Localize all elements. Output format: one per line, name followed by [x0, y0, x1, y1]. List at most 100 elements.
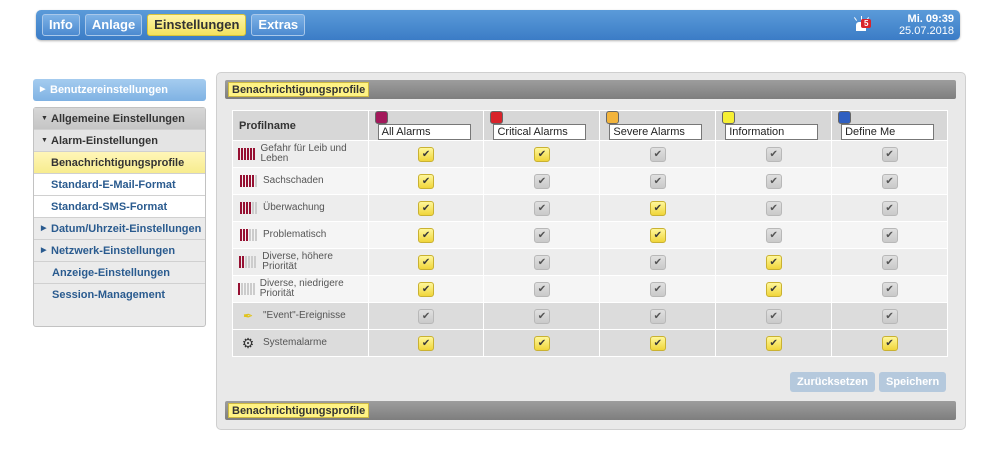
sidebar-item-alarm-einstellungen[interactable]: ▼ Alarm-Einstellungen — [34, 130, 205, 152]
reset-button[interactable]: Zurücksetzen — [790, 372, 875, 392]
checkbox[interactable]: ✔ — [881, 227, 898, 243]
profile-cell: ✔ — [831, 275, 948, 303]
panel-title: Benachrichtigungsprofile — [228, 82, 370, 97]
checkbox[interactable]: ✔ — [649, 227, 666, 243]
profile-cell: ✔ — [367, 275, 485, 303]
table-row: ⚙ Systemalarme ✔ ✔ ✔ ✔ ✔ — [232, 329, 948, 357]
profile-cell: ✔ — [483, 221, 601, 249]
checkbox[interactable]: ✔ — [881, 281, 898, 297]
alarm-bell-icon[interactable]: 5 — [852, 16, 872, 34]
checkbox[interactable]: ✔ — [765, 335, 782, 351]
checkbox[interactable]: ✔ — [418, 146, 435, 162]
table-row: Diverse, niedrigere Priorität ✔ ✔ ✔ ✔ ✔ — [232, 275, 948, 303]
tab-info[interactable]: Info — [42, 14, 80, 36]
profile-name-input[interactable]: All Alarms — [377, 124, 471, 140]
clock-date: 25.07.2018 — [898, 25, 954, 37]
sidebar-item-standard-sms-format[interactable]: Standard-SMS-Format — [34, 196, 205, 218]
profile-cell: ✔ — [715, 194, 833, 222]
profile-cell: ✔ — [831, 194, 948, 222]
checkbox[interactable]: ✔ — [649, 173, 666, 189]
profile-cell: ✔ — [599, 221, 717, 249]
checkbox[interactable]: ✔ — [418, 227, 435, 243]
checkbox[interactable]: ✔ — [533, 254, 550, 270]
panel-footer-title: Benachrichtigungsprofile — [228, 403, 370, 418]
checkbox[interactable]: ✔ — [533, 173, 550, 189]
checkbox[interactable]: ✔ — [649, 335, 666, 351]
checkbox[interactable]: ✔ — [765, 173, 782, 189]
chevron-down-icon: ▼ — [41, 137, 48, 144]
checkbox[interactable]: ✔ — [649, 308, 666, 324]
profile-name-input[interactable]: Information — [725, 124, 819, 140]
sidebar-item-datum-uhrzeit[interactable]: ▶ Datum/Uhrzeit-Einstellungen — [34, 218, 205, 240]
profile-header: Critical Alarms — [483, 110, 601, 141]
chevron-down-icon: ▼ — [41, 115, 48, 122]
checkbox[interactable]: ✔ — [881, 254, 898, 270]
main-nav: Info Anlage Einstellungen Extras — [42, 14, 306, 36]
checkbox[interactable]: ✔ — [765, 308, 782, 324]
sidebar-item-netzwerk[interactable]: ▶ Netzwerk-Einstellungen — [34, 240, 205, 262]
save-button[interactable]: Speichern — [879, 372, 947, 392]
checkbox[interactable]: ✔ — [881, 200, 898, 216]
profile-name-input[interactable]: Define Me — [841, 124, 935, 140]
sidebar-item-anzeige[interactable]: Anzeige-Einstellungen — [34, 262, 205, 284]
profile-cell: ✔ — [715, 302, 833, 330]
checkbox[interactable]: ✔ — [881, 173, 898, 189]
checkbox[interactable]: ✔ — [649, 254, 666, 270]
sidebar-item-standard-email-format[interactable]: Standard-E-Mail-Format — [34, 174, 205, 196]
profile-color-swatch — [838, 111, 852, 124]
checkbox[interactable]: ✔ — [533, 200, 550, 216]
profile-cell: ✔ — [715, 248, 833, 276]
checkbox[interactable]: ✔ — [881, 308, 898, 324]
checkbox[interactable]: ✔ — [881, 146, 898, 162]
profiles-table: Profilname All Alarms Critical Alarms Se… — [232, 110, 948, 357]
sidebar-item-label: Alarm-Einstellungen — [51, 135, 158, 147]
profile-header: All Alarms — [367, 110, 485, 141]
checkbox[interactable]: ✔ — [533, 281, 550, 297]
row-header: Gefahr für Leib und Leben — [232, 140, 369, 168]
checkbox[interactable]: ✔ — [418, 308, 435, 324]
profile-cell: ✔ — [599, 194, 717, 222]
checkbox[interactable]: ✔ — [533, 146, 550, 162]
row-header: Sachschaden — [232, 167, 369, 195]
checkbox[interactable]: ✔ — [765, 227, 782, 243]
row-header: Diverse, höhere Priorität — [232, 248, 369, 276]
checkbox[interactable]: ✔ — [881, 335, 898, 351]
profile-cell: ✔ — [715, 140, 833, 168]
checkbox[interactable]: ✔ — [765, 200, 782, 216]
sidebar-item-session[interactable]: Session-Management — [34, 284, 205, 306]
checkbox[interactable]: ✔ — [765, 146, 782, 162]
checkbox[interactable]: ✔ — [418, 335, 435, 351]
tab-extras[interactable]: Extras — [251, 14, 306, 36]
table-row: Sachschaden ✔ ✔ ✔ ✔ ✔ — [232, 167, 948, 195]
profile-cell: ✔ — [599, 329, 717, 357]
checkbox[interactable]: ✔ — [533, 308, 550, 324]
checkbox[interactable]: ✔ — [533, 335, 550, 351]
profile-cell: ✔ — [831, 221, 948, 249]
checkbox[interactable]: ✔ — [765, 281, 782, 297]
profile-cell: ✔ — [831, 302, 948, 330]
checkbox[interactable]: ✔ — [418, 281, 435, 297]
sidebar-item-allgemeine-einstellungen[interactable]: ▼ Allgemeine Einstellungen — [34, 108, 205, 130]
sidebar-item-label: Netzwerk-Einstellungen — [51, 245, 176, 257]
checkbox[interactable]: ✔ — [649, 146, 666, 162]
checkbox[interactable]: ✔ — [418, 173, 435, 189]
sidebar-item-benutzereinstellungen[interactable]: ▶ Benutzereinstellungen — [33, 79, 206, 101]
checkbox[interactable]: ✔ — [765, 254, 782, 270]
row-label: Gefahr für Leib und Leben — [260, 143, 347, 164]
profile-cell: ✔ — [367, 329, 485, 357]
profile-cell: ✔ — [367, 194, 485, 222]
checkbox[interactable]: ✔ — [649, 200, 666, 216]
checkbox[interactable]: ✔ — [418, 254, 435, 270]
profile-cell: ✔ — [367, 167, 485, 195]
checkbox[interactable]: ✔ — [533, 227, 550, 243]
sidebar-item-benachrichtigungsprofile[interactable]: Benachrichtigungsprofile — [34, 152, 205, 174]
checkbox[interactable]: ✔ — [418, 200, 435, 216]
tab-anlage[interactable]: Anlage — [84, 14, 143, 36]
profile-cell: ✔ — [599, 140, 717, 168]
tab-einstellungen[interactable]: Einstellungen — [147, 14, 247, 36]
severity-1-icon — [233, 283, 260, 295]
profile-name-input[interactable]: Critical Alarms — [493, 124, 587, 140]
profile-name-input[interactable]: Severe Alarms — [609, 124, 703, 140]
table-row: Gefahr für Leib und Leben ✔ ✔ ✔ ✔ ✔ — [232, 140, 948, 168]
checkbox[interactable]: ✔ — [649, 281, 666, 297]
